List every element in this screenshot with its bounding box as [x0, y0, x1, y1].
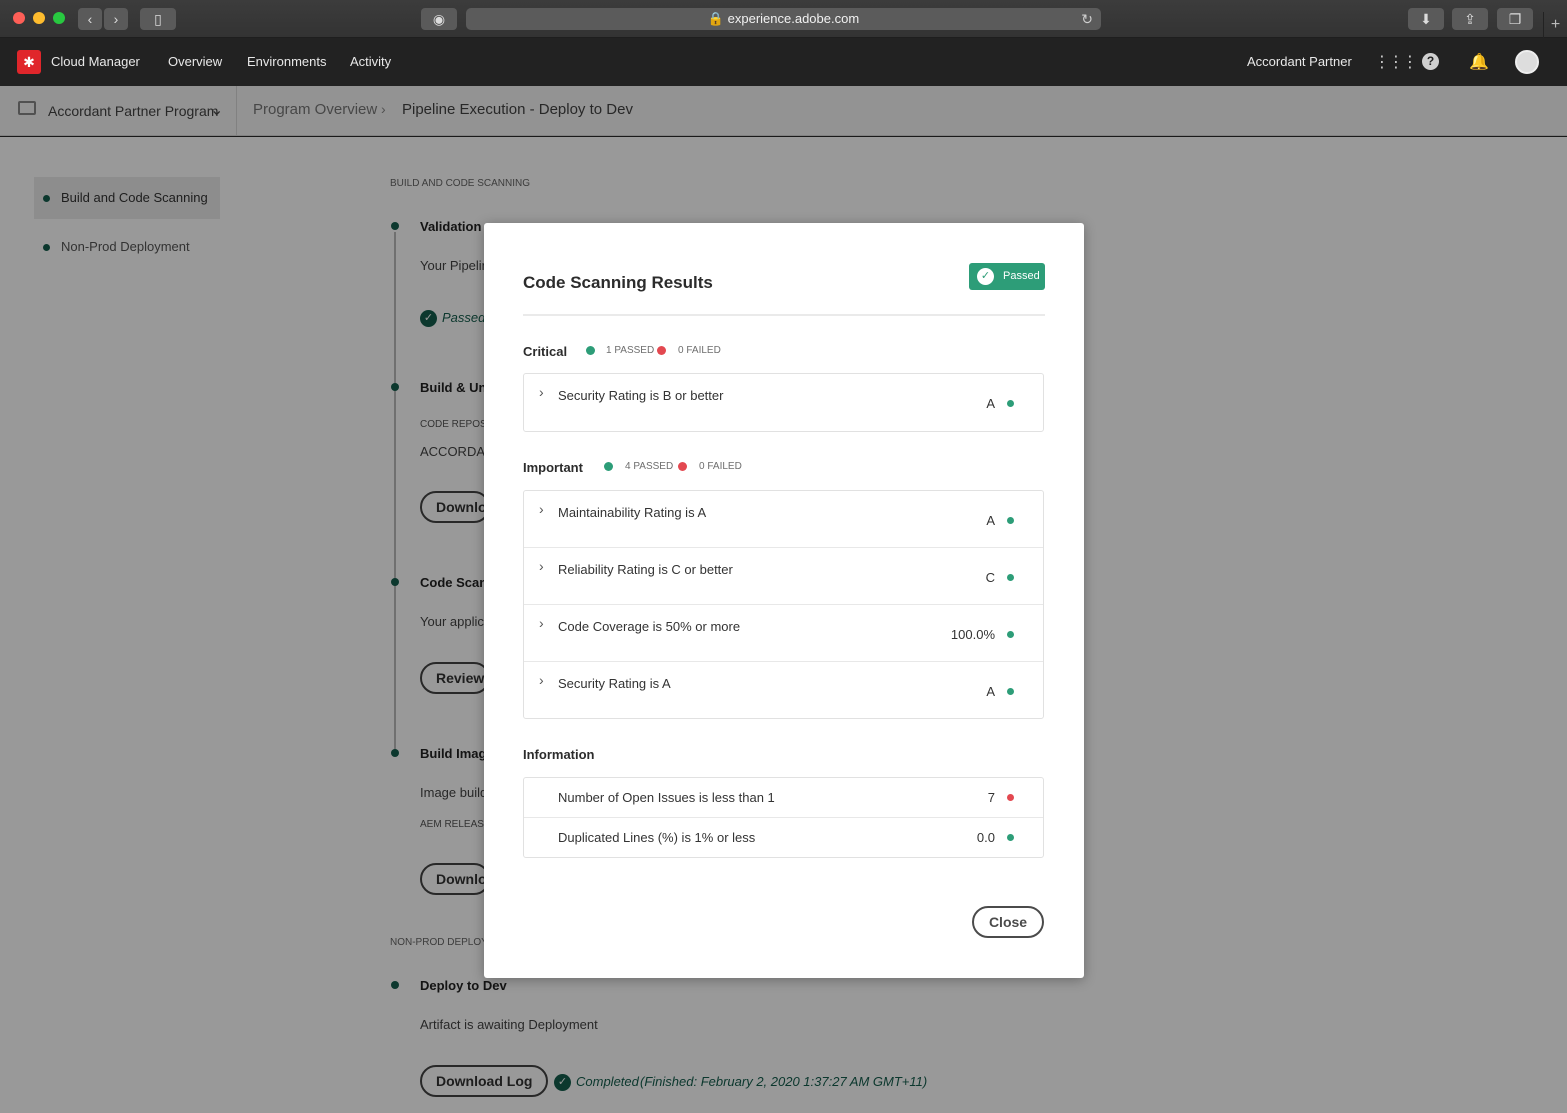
list-item[interactable]: › Reliability Rating is C or better C [524, 548, 1043, 605]
chevron-right-icon[interactable]: › [539, 672, 544, 688]
nav-environments[interactable]: Environments [247, 54, 326, 69]
app-name[interactable]: Cloud Manager [51, 54, 140, 69]
rule-label: Number of Open Issues is less than 1 [558, 790, 775, 805]
bell-icon[interactable]: 🔔 [1469, 52, 1489, 72]
help-icon[interactable]: ? [1422, 53, 1439, 70]
rule-label: Duplicated Lines (%) is 1% or less [558, 830, 756, 845]
failed-dot [657, 346, 666, 355]
chevron-right-icon[interactable]: › [539, 615, 544, 631]
nav-activity[interactable]: Activity [350, 54, 391, 69]
back-icon[interactable]: ‹ [78, 8, 102, 30]
rule-value: 100.0% [950, 627, 995, 642]
chevron-right-icon[interactable]: › [539, 501, 544, 517]
rule-value: A [986, 513, 995, 528]
important-title: Important [523, 460, 583, 475]
close-button[interactable]: Close [972, 906, 1044, 938]
forward-icon[interactable]: › [104, 8, 128, 30]
app-header: ✱ Cloud Manager Overview Environments Ac… [0, 38, 1567, 86]
status-badge: ✓ Passed [969, 263, 1045, 290]
rule-label: Security Rating is A [558, 676, 671, 691]
failed-count: 0 FAILED [678, 345, 721, 356]
list-item[interactable]: › Maintainability Rating is A A [524, 491, 1043, 548]
rule-value: A [986, 396, 995, 411]
list-item: Number of Open Issues is less than 1 7 [524, 778, 1043, 818]
browser-toolbar: ‹ › ▯ ◉ 🔒 experience.adobe.com ↻ ⬇ ⇪ ❐ + [0, 0, 1567, 38]
passed-count: 1 PASSED [606, 345, 655, 356]
status-dot [1007, 834, 1014, 841]
chevron-right-icon[interactable]: › [539, 558, 544, 574]
important-list: › Maintainability Rating is A A › Reliab… [523, 490, 1044, 719]
minimize-window-button[interactable] [33, 12, 45, 24]
rule-value: C [985, 570, 995, 585]
org-switcher[interactable]: Accordant Partner [1247, 54, 1352, 69]
passed-dot [586, 346, 595, 355]
app-grid-icon[interactable]: ⋮⋮⋮ [1374, 52, 1418, 72]
critical-title: Critical [523, 344, 568, 359]
list-item[interactable]: › Code Coverage is 50% or more 100.0% [524, 605, 1043, 662]
adobe-logo-icon[interactable]: ✱ [17, 50, 41, 74]
rule-value: 7 [987, 790, 995, 805]
share-icon[interactable]: ⇪ [1452, 8, 1488, 30]
list-item[interactable]: › Security Rating is A A [524, 662, 1043, 719]
new-tab-icon[interactable]: + [1543, 12, 1567, 38]
chevron-right-icon[interactable]: › [539, 384, 544, 400]
code-scanning-dialog: Code Scanning Results ✓ Passed Critical … [484, 223, 1084, 978]
divider [523, 314, 1045, 316]
status-dot [1007, 400, 1014, 407]
information-title: Information [523, 747, 595, 762]
avatar[interactable] [1515, 50, 1539, 74]
rule-label: Maintainability Rating is A [558, 505, 707, 520]
list-item: Duplicated Lines (%) is 1% or less 0.0 [524, 818, 1043, 857]
status-dot [1007, 794, 1014, 801]
status-dot [1007, 688, 1014, 695]
check-circle-icon: ✓ [977, 268, 994, 285]
reload-icon[interactable]: ↻ [1081, 8, 1093, 30]
download-icon[interactable]: ⬇ [1408, 8, 1444, 30]
list-item[interactable]: › Security Rating is B or better A [524, 374, 1043, 431]
critical-list: › Security Rating is B or better A [523, 373, 1044, 432]
nav-overview[interactable]: Overview [168, 54, 222, 69]
rule-label: Reliability Rating is C or better [558, 562, 733, 577]
status-dot [1007, 574, 1014, 581]
failed-count: 0 FAILED [699, 461, 742, 472]
close-window-button[interactable] [13, 12, 25, 24]
badge-label: Passed [1003, 270, 1040, 282]
rule-label: Security Rating is B or better [558, 388, 724, 403]
address-bar[interactable]: 🔒 experience.adobe.com ↻ [466, 8, 1101, 30]
failed-dot [678, 462, 687, 471]
rule-value: 0.0 [976, 830, 995, 845]
zoom-window-button[interactable] [53, 12, 65, 24]
information-list: Number of Open Issues is less than 1 7 D… [523, 777, 1044, 858]
tabs-icon[interactable]: ❐ [1497, 8, 1533, 30]
rule-label: Code Coverage is 50% or more [558, 619, 741, 634]
url-text: experience.adobe.com [727, 11, 860, 26]
lock-icon: 🔒 [707, 11, 725, 26]
passed-count: 4 PASSED [625, 461, 674, 472]
rule-value: A [986, 684, 995, 699]
dialog-title: Code Scanning Results [523, 273, 713, 292]
passed-dot [604, 462, 613, 471]
status-dot [1007, 631, 1014, 638]
status-dot [1007, 517, 1014, 524]
sidebar-icon[interactable]: ▯ [140, 8, 176, 30]
privacy-icon[interactable]: ◉ [421, 8, 457, 30]
